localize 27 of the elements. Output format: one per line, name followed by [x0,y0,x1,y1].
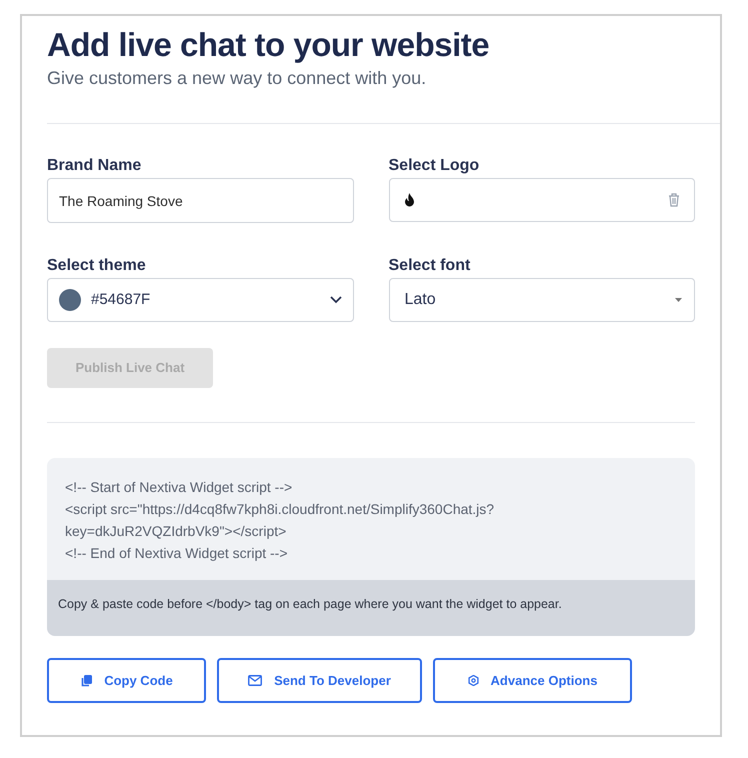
code-line: <!-- End of Nextiva Widget script --> [65,544,289,563]
theme-value: #54687F [91,290,152,310]
font-select[interactable]: Lato [388,278,695,322]
caret-icon [675,298,682,302]
field-label: Select font [388,256,472,276]
field-label: Select theme [47,256,147,276]
options-button[interactable]: Advance Options [433,658,632,703]
brand-name-field[interactable]: The Roaming Stove [47,178,354,223]
copy-code-button[interactable]: Copy Code [47,658,206,703]
field-label: Brand Name [47,156,142,176]
page-title: Add live chat to your website [47,25,490,65]
page-subtitle: Give customers a new way to connect with you. [47,67,428,90]
field-label: Select Logo [388,156,480,176]
copy-icon [80,674,92,686]
chevron-down-icon [330,296,342,304]
code-line: <!-- Start of Nextiva Widget script --> [65,478,294,497]
instruction-text: Copy & paste code before </body> tag on each page where you want the widget to appear. [58,597,562,611]
code-line: key=dkJuR2VQZIdrbVk9"></script> [65,522,288,541]
logo-field[interactable] [388,178,695,222]
gear-icon [468,675,479,686]
flame-icon [404,193,414,207]
mail-icon [248,675,262,686]
font-value: Lato [404,290,437,310]
trash-icon[interactable] [668,193,680,207]
theme-select[interactable]: #54687F [47,278,354,322]
send-button[interactable]: Send To Developer [217,658,422,703]
code-line: <script src="https://d4cq8fw7kph8i.cloudfront.net/Simplify360Chat.js? [65,500,496,519]
